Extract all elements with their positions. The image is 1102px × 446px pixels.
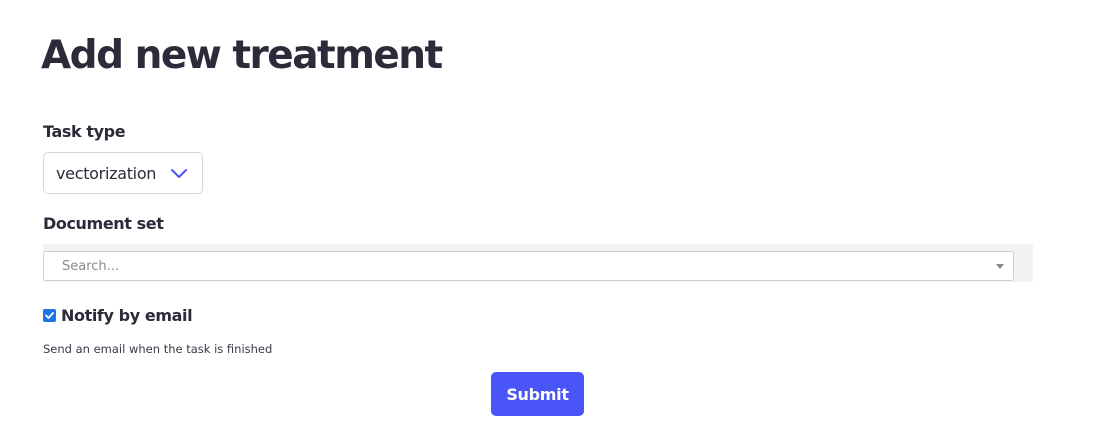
notify-help-text: Send an email when the task is finished [43,342,273,356]
submit-button[interactable]: Submit [491,372,584,416]
document-set-container: Search... [43,244,1033,282]
notify-checkbox[interactable] [43,308,56,322]
task-type-label: Task type [43,122,126,141]
notify-label[interactable]: Notify by email [61,306,193,325]
notify-row: Notify by email [43,305,193,325]
task-type-select[interactable]: vectorization [43,152,203,194]
add-treatment-page: Add new treatment Task type vectorizatio… [0,0,1102,446]
checkmark-icon [45,311,54,319]
chevron-down-icon [171,169,187,178]
document-set-label: Document set [43,214,164,233]
page-title: Add new treatment [41,33,443,78]
task-type-selected-value: vectorization [56,163,157,183]
document-set-placeholder: Search... [62,258,120,274]
dropdown-caret-icon[interactable] [996,264,1004,269]
document-set-search-input[interactable]: Search... [43,251,1014,281]
